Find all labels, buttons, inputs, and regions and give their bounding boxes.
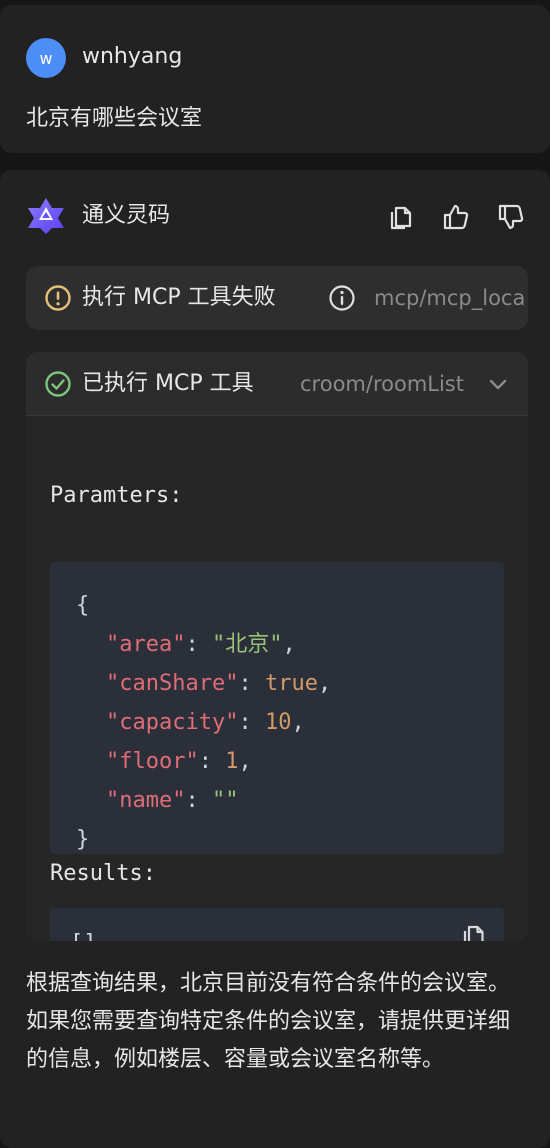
avatar[interactable]: w [26, 38, 66, 78]
thumbs-down-icon[interactable] [496, 202, 526, 232]
warning-circle-icon [45, 285, 71, 311]
thumbs-up-icon[interactable] [441, 202, 471, 232]
failed-tool-call[interactable]: 执行 MCP 工具失败 mcp/mcp_loca [26, 266, 528, 330]
param-line: "floor": 1, [106, 749, 252, 774]
executed-tool-label: 已执行 MCP 工具 [82, 371, 254, 396]
username: wnhyang [82, 44, 183, 69]
executed-tool-header[interactable]: 已执行 MCP 工具 croom/roomList [26, 352, 528, 416]
param-line: "name": "" [106, 788, 239, 813]
param-line: "capacity": 10, [106, 710, 305, 735]
user-message-text: 北京有哪些会议室 [26, 106, 203, 131]
params-open-brace: { [76, 593, 90, 618]
executed-tool-body: Paramters: { "area": "北京", "canShare": t… [26, 416, 528, 941]
user-message-card: w wnhyang 北京有哪些会议室 [0, 5, 550, 153]
results-value: [] [70, 928, 97, 941]
tongyi-lingma-logo-icon [28, 198, 64, 234]
failed-tool-label: 执行 MCP 工具失败 [82, 285, 276, 310]
params-label: Paramters: [50, 483, 183, 508]
param-line: "area": "北京", [106, 632, 296, 657]
chevron-down-icon[interactable] [486, 372, 510, 396]
copy-icon[interactable] [460, 922, 488, 941]
executed-tool-path: croom/roomList [300, 372, 464, 396]
executed-tool-call: 已执行 MCP 工具 croom/roomList Paramters: { "… [26, 352, 528, 941]
param-line: "canShare": true, [106, 671, 332, 696]
assistant-message-card: 通义灵码 执行 MCP 工具失败 mcp/mcp_loca 已执行 MCP 工具… [0, 170, 550, 1148]
check-circle-icon [45, 371, 71, 397]
params-code-block: { "area": "北京", "canShare": true, "capac… [50, 562, 504, 854]
results-label: Results: [50, 861, 156, 886]
copy-icon[interactable] [386, 202, 416, 232]
info-circle-icon[interactable] [328, 284, 356, 312]
assistant-name: 通义灵码 [82, 203, 171, 228]
results-code-block: [] [50, 908, 504, 941]
failed-tool-path: mcp/mcp_loca [374, 286, 526, 310]
params-close-brace: } [76, 827, 90, 852]
assistant-answer-text: 根据查询结果，北京目前没有符合条件的会议室。如果您需要查询特定条件的会议室，请提… [26, 971, 511, 1072]
